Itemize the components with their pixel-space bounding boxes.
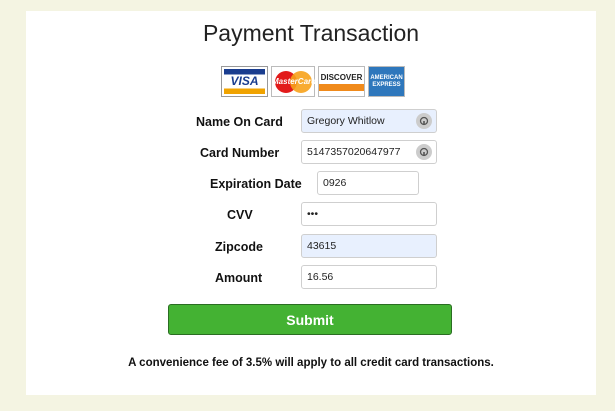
convenience-fee-note: A convenience fee of 3.5% will apply to … bbox=[128, 357, 494, 369]
amount-label: Amount bbox=[215, 271, 263, 285]
cvv-label: CVV bbox=[227, 208, 253, 222]
expiration-date-label: Expiration Date bbox=[210, 177, 302, 191]
autofill-key-icon[interactable] bbox=[416, 144, 432, 160]
amex-logo-text: AMERICAN EXPRESS bbox=[370, 74, 403, 88]
mastercard-logo-text: MasterCard bbox=[272, 77, 317, 86]
name-on-card-value: Gregory Whitlow bbox=[307, 115, 385, 127]
discover-logo: DISCOVER bbox=[318, 66, 365, 97]
card-number-label: Card Number bbox=[200, 146, 280, 160]
page-title: Payment Transaction bbox=[202, 20, 420, 46]
name-on-card-input[interactable]: Gregory Whitlow bbox=[301, 109, 437, 133]
card-number-value: 5147357020647977 bbox=[307, 146, 401, 158]
visa-logo: VISA bbox=[221, 66, 268, 97]
zipcode-label: Zipcode bbox=[215, 240, 263, 254]
cvv-value: ••• bbox=[307, 208, 319, 220]
discover-logo-text: DISCOVER bbox=[320, 72, 363, 82]
discover-stripe bbox=[319, 83, 364, 91]
cvv-input[interactable]: ••• bbox=[301, 202, 437, 226]
expiration-date-value: 0926 bbox=[323, 177, 347, 189]
name-on-card-label: Name On Card bbox=[196, 115, 283, 129]
amount-value: 16.56 bbox=[307, 271, 334, 283]
submit-button[interactable]: Submit bbox=[168, 304, 452, 335]
zipcode-input[interactable]: 43615 bbox=[301, 234, 437, 258]
amount-input[interactable]: 16.56 bbox=[301, 265, 437, 289]
autofill-key-icon[interactable] bbox=[416, 113, 432, 129]
amex-logo: AMERICAN EXPRESS bbox=[368, 66, 405, 97]
card-logos: VISA MasterCard DISCOVER AMERICAN EXPRES… bbox=[221, 66, 405, 97]
zipcode-value: 43615 bbox=[307, 240, 337, 252]
visa-logo-text: VISA bbox=[224, 69, 265, 94]
expiration-date-input[interactable]: 0926 bbox=[317, 171, 419, 195]
mastercard-logo: MasterCard bbox=[271, 66, 317, 97]
payment-panel: Payment Transaction VISA MasterCard DISC… bbox=[26, 11, 596, 395]
card-number-input[interactable]: 5147357020647977 bbox=[301, 140, 437, 164]
